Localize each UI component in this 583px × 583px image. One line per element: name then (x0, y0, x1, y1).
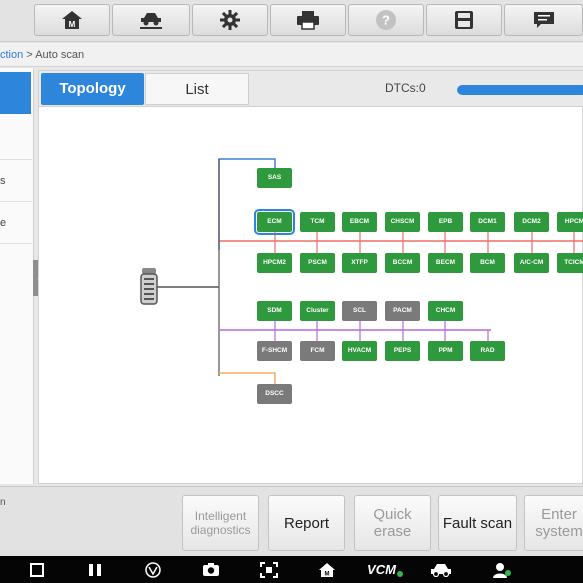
settings-button[interactable] (192, 4, 268, 36)
module-node-tcm[interactable]: TCM (300, 212, 335, 232)
main-panel: Topology List DTCs:0 SAS ECM TCM EBCM CH… (38, 70, 583, 512)
module-node-hpcm[interactable]: HPCM (557, 212, 583, 232)
bottom-action-bar: n Intelligent diagnostics Report Quick e… (0, 486, 583, 556)
top-toolbar: M ? (0, 0, 583, 42)
left-panel-item[interactable]: s (0, 160, 32, 202)
vcm-label: VCM (367, 562, 396, 577)
home-icon: M (61, 10, 83, 30)
obd-connector-icon (140, 268, 158, 311)
message-button[interactable] (504, 4, 583, 36)
save-button[interactable] (426, 4, 502, 36)
bus-lines (157, 158, 583, 384)
module-node-scl[interactable]: SCL (342, 301, 377, 321)
help-button[interactable]: ? (348, 4, 424, 36)
module-node-pscm[interactable]: PSCM (300, 253, 335, 273)
module-node-pacm[interactable]: PACM (385, 301, 420, 321)
report-button[interactable]: Report (268, 495, 345, 551)
left-panel-item[interactable]: e (0, 202, 32, 244)
message-icon (533, 10, 555, 30)
tab-bar: Topology List DTCs:0 (39, 71, 583, 107)
svg-text:M: M (325, 571, 330, 577)
module-node-chscm[interactable]: CHSCM (385, 212, 420, 232)
vcm-icon[interactable]: VCM (366, 560, 404, 579)
left-panel-item-active[interactable] (0, 72, 31, 114)
module-node-cluster[interactable]: Cluster (300, 301, 335, 321)
vehicle-lift-icon (138, 10, 164, 30)
help-icon: ? (375, 9, 397, 31)
module-node-sas[interactable]: SAS (257, 168, 292, 188)
status-text: n (0, 497, 6, 508)
module-node-ecm[interactable]: ECM (254, 209, 295, 235)
save-icon (454, 10, 474, 30)
camera-icon[interactable] (200, 560, 222, 579)
module-node-dcm2[interactable]: DCM2 (514, 212, 549, 232)
module-node-hpcm2[interactable]: HPCM2 (257, 253, 292, 273)
module-node-rad[interactable]: RAD (470, 341, 505, 361)
svg-text:?: ? (382, 13, 390, 28)
square-icon[interactable] (27, 560, 47, 579)
module-node-ppm[interactable]: PPM (428, 341, 463, 361)
left-panel: s e (0, 68, 34, 484)
breadcrumb: ction > Auto scan (0, 43, 583, 67)
module-node-chcm[interactable]: CHCM (428, 301, 463, 321)
scan-progress-bar (457, 85, 583, 95)
module-node-dscc[interactable]: DSCC (257, 384, 292, 404)
module-node-fcm[interactable]: FCM (300, 341, 335, 361)
vehicle-icon[interactable] (428, 560, 454, 579)
topology-diagram: SAS ECM TCM EBCM CHSCM EPB DCM1 DCM2 HPCM HPCM2 PS… (39, 108, 583, 512)
module-node-f-shcm[interactable]: F-SHCM (257, 341, 292, 361)
scan-progress-fill (457, 85, 583, 95)
home-button[interactable]: M (34, 4, 110, 36)
intelligent-diagnostics-button[interactable]: Intelligent diagnostics (182, 495, 259, 551)
breadcrumb-link[interactable]: ction (0, 49, 23, 61)
module-node-bccm[interactable]: BCCM (385, 253, 420, 273)
recents-icon[interactable] (85, 560, 105, 579)
system-nav-bar: M VCM (0, 556, 583, 583)
module-node-ebcm[interactable]: EBCM (342, 212, 377, 232)
module-node-hvacm[interactable]: HVACM (342, 341, 377, 361)
breadcrumb-separator: > (23, 49, 36, 61)
gear-icon (219, 9, 241, 31)
module-node-becm[interactable]: BECM (428, 253, 463, 273)
module-node-bcm[interactable]: BCM (470, 253, 505, 273)
tab-list[interactable]: List (145, 73, 249, 105)
breadcrumb-current: Auto scan (35, 49, 85, 61)
svg-text:M: M (69, 20, 76, 29)
module-node-a-c-cm[interactable]: A/C-CM (514, 253, 549, 273)
vpn-icon[interactable] (142, 560, 164, 579)
user-icon[interactable] (490, 560, 514, 579)
vehicle-button[interactable] (112, 4, 190, 36)
quick-erase-button[interactable]: Quick erase (354, 495, 431, 551)
module-node-dcm1[interactable]: DCM1 (470, 212, 505, 232)
home-app-icon[interactable]: M (316, 560, 338, 579)
dtc-count: DTCs:0 (385, 81, 426, 95)
fault-scan-button[interactable]: Fault scan (438, 495, 517, 551)
module-node-sdm[interactable]: SDM (257, 301, 292, 321)
printer-icon (296, 10, 320, 30)
tab-topology[interactable]: Topology (41, 73, 144, 105)
module-node-epb[interactable]: EPB (428, 212, 463, 232)
screenshot-icon[interactable] (258, 560, 280, 579)
module-node-tcicm[interactable]: TCICM (557, 253, 583, 273)
enter-system-button[interactable]: Enter system (524, 495, 583, 551)
left-panel-item[interactable] (0, 118, 32, 160)
module-node-peps[interactable]: PEPS (385, 341, 420, 361)
module-node-xtfp[interactable]: XTFP (342, 253, 377, 273)
print-button[interactable] (270, 4, 346, 36)
